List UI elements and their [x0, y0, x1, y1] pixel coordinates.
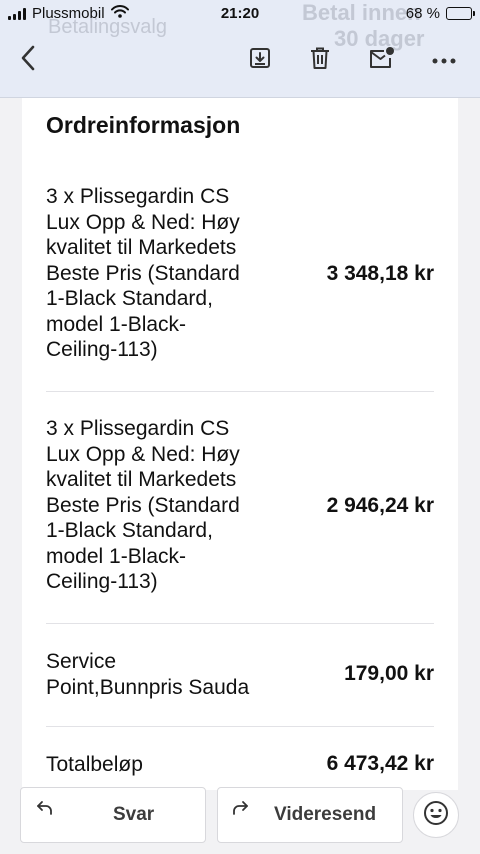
back-arrow-icon [18, 44, 38, 77]
desc-line: Lux Opp & Ned: Høy [46, 442, 240, 466]
order-item-price: 2 946,24 kr [326, 494, 434, 517]
emoji-icon [423, 800, 449, 831]
desc-line: Service [46, 650, 117, 673]
mark-unread-button[interactable] [366, 44, 398, 76]
emoji-reaction-button[interactable] [413, 792, 459, 838]
forward-icon [232, 800, 250, 821]
divider [46, 726, 434, 727]
order-total-row: Totalbeløp 6 473,42 kr [46, 752, 434, 782]
more-icon [432, 51, 456, 69]
desc-line: 3 x Plissegardin CS [46, 417, 230, 440]
mark-unread-icon [368, 46, 396, 75]
order-info-card: Ordreinformasjon 3 x Plissegardin CS Lux… [22, 98, 458, 790]
forward-button[interactable]: Videresend [217, 787, 403, 843]
desc-line: kvalitet til Markedets [46, 468, 237, 491]
divider [46, 391, 434, 392]
desc-line: model 1-Black- [46, 544, 187, 568]
order-item-description: 3 x Plissegardin CS Lux Opp & Ned: Høy k… [46, 184, 286, 363]
desc-line: Beste Pris (Standard [46, 493, 240, 517]
battery-percent: 68 % [405, 5, 440, 22]
reply-label: Svar [113, 804, 155, 825]
order-item-row: 3 x Plissegardin CS Lux Opp & Ned: Høy k… [46, 416, 434, 606]
desc-line: Point,Bunnpris Sauda [46, 675, 250, 699]
desc-line: Beste Pris (Standard [46, 261, 240, 285]
reply-button[interactable]: Svar [20, 787, 206, 843]
divider [46, 623, 434, 624]
order-item-description: 3 x Plissegardin CS Lux Opp & Ned: Høy k… [46, 416, 286, 595]
reply-icon [35, 800, 53, 821]
forward-label: Videresend [274, 804, 377, 825]
trash-icon [309, 46, 331, 75]
delete-button[interactable] [304, 44, 336, 76]
desc-line: Lux Opp & Ned: Høy [46, 210, 240, 234]
archive-icon [248, 46, 272, 75]
order-item-price: 179,00 kr [344, 662, 434, 685]
desc-line: kvalitet til Markedets [46, 236, 237, 259]
order-total-label: Totalbeløp [46, 753, 143, 776]
status-bar: Plussmobil 21:20 68 % [0, 0, 480, 28]
order-item-description: Service Point,Bunnpris Sauda [46, 649, 286, 700]
battery-group: 68 % [405, 5, 475, 22]
desc-line: Ceiling-113) [46, 338, 158, 361]
order-info-title: Ordreinformasjon [46, 112, 241, 138]
top-bar: Betalingsvalg Betal innen 30 dager Pluss… [0, 0, 480, 98]
order-item-row: 3 x Plissegardin CS Lux Opp & Ned: Høy k… [46, 184, 434, 374]
desc-line: Ceiling-113) [46, 570, 158, 593]
desc-line: model 1-Black- [46, 312, 187, 336]
order-item-price: 3 348,18 kr [326, 262, 434, 285]
desc-line: 1-Black Standard, [46, 287, 213, 310]
archive-button[interactable] [244, 44, 276, 76]
order-item-row: Service Point,Bunnpris Sauda 179,00 kr [46, 649, 434, 703]
order-total-value: 6 473,42 kr [326, 752, 434, 775]
battery-icon [446, 7, 475, 20]
back-button[interactable] [12, 44, 44, 76]
more-button[interactable] [428, 44, 460, 76]
desc-line: 3 x Plissegardin CS [46, 185, 230, 208]
desc-line: 1-Black Standard, [46, 519, 213, 542]
